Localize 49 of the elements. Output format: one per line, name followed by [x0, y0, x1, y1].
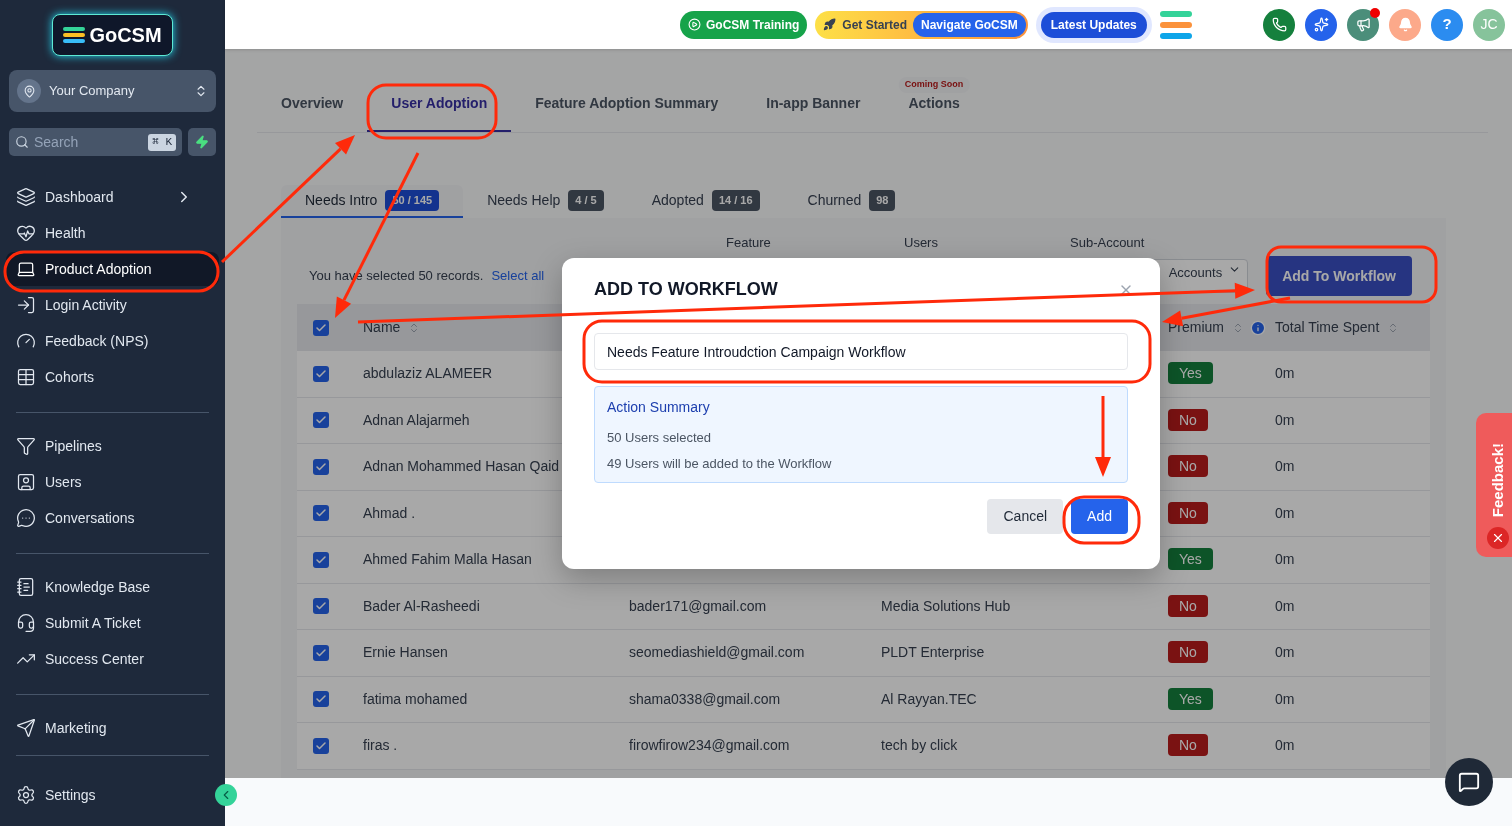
table-cell-text: abdulaziz ALAMEER — [363, 364, 493, 384]
premium-badge: No — [1168, 455, 1208, 478]
premium-badge: No — [1168, 594, 1208, 617]
table-cell-text: Adnan Alajarmeh — [363, 410, 470, 430]
count-badge: 4 / 5 — [568, 190, 604, 211]
table-cell-text: Ahmad . — [363, 503, 416, 523]
premium-badge: No — [1168, 734, 1208, 757]
coming-soon-tag: Coming Soon — [898, 77, 970, 93]
premium-badge: No — [1168, 641, 1208, 664]
table-cell-text: firas . — [363, 736, 398, 756]
table-cell-text: fatima mohamed — [363, 689, 468, 709]
filter-label: Users — [904, 234, 939, 253]
premium-badge: Yes — [1168, 362, 1213, 385]
table-cell-text: Bader Al-Rasheedi — [363, 596, 480, 616]
summary-line: 49 Users will be added to the Workflow — [607, 454, 833, 473]
premium-badge: No — [1168, 501, 1208, 524]
table-cell-text: 0m — [1275, 689, 1295, 709]
column-header: Total Time Spent — [1275, 318, 1380, 337]
table-cell-text: 0m — [1275, 643, 1295, 663]
table-cell-text: 0m — [1275, 503, 1295, 523]
filter-label: Feature — [726, 234, 772, 253]
filter-label: Sub-Account — [1070, 234, 1145, 253]
table-cell: Media Solutions Hub — [881, 597, 1011, 614]
dialog-title: ADD TO WORKFLOW — [594, 278, 778, 301]
table-cell: shama0338@gmail.com — [629, 690, 781, 707]
count-badge: 98 — [869, 190, 896, 211]
keyboard-shortcut: ⌘ K — [148, 134, 176, 151]
table-cell-text: 0m — [1275, 364, 1295, 384]
summary-line: 50 Users selected — [607, 429, 713, 447]
table-cell-text: Adnan Mohammed Hasan Qaid — [363, 457, 560, 477]
column-header: Name — [363, 318, 401, 337]
table-cell: Al Rayyan.TEC — [881, 690, 977, 707]
summary-title: Action Summary — [607, 398, 711, 417]
table-cell-text: Ahmed Fahim Malla Hasan — [363, 550, 532, 570]
table-cell: bader171@gmail.com — [629, 597, 767, 614]
table-cell-text: 0m — [1275, 596, 1295, 616]
count-badge: 14 / 16 — [711, 190, 760, 211]
table-cell-text: Ernie Hansen — [363, 643, 448, 663]
table-cell-text: 0m — [1275, 550, 1295, 570]
table-cell-text: 0m — [1275, 457, 1295, 477]
premium-badge: No — [1168, 408, 1208, 431]
table-cell-text: 0m — [1275, 410, 1295, 430]
table-cell: PLDT Enterprise — [881, 644, 985, 661]
table-cell-text: 0m — [1275, 736, 1295, 756]
table-cell: seomediashield@gmail.com — [629, 644, 805, 661]
table-cell: tech by click — [881, 737, 958, 754]
premium-badge: Yes — [1168, 548, 1213, 571]
premium-badge: Yes — [1168, 687, 1213, 710]
table-cell: firowfirow234@gmail.com — [629, 737, 790, 754]
